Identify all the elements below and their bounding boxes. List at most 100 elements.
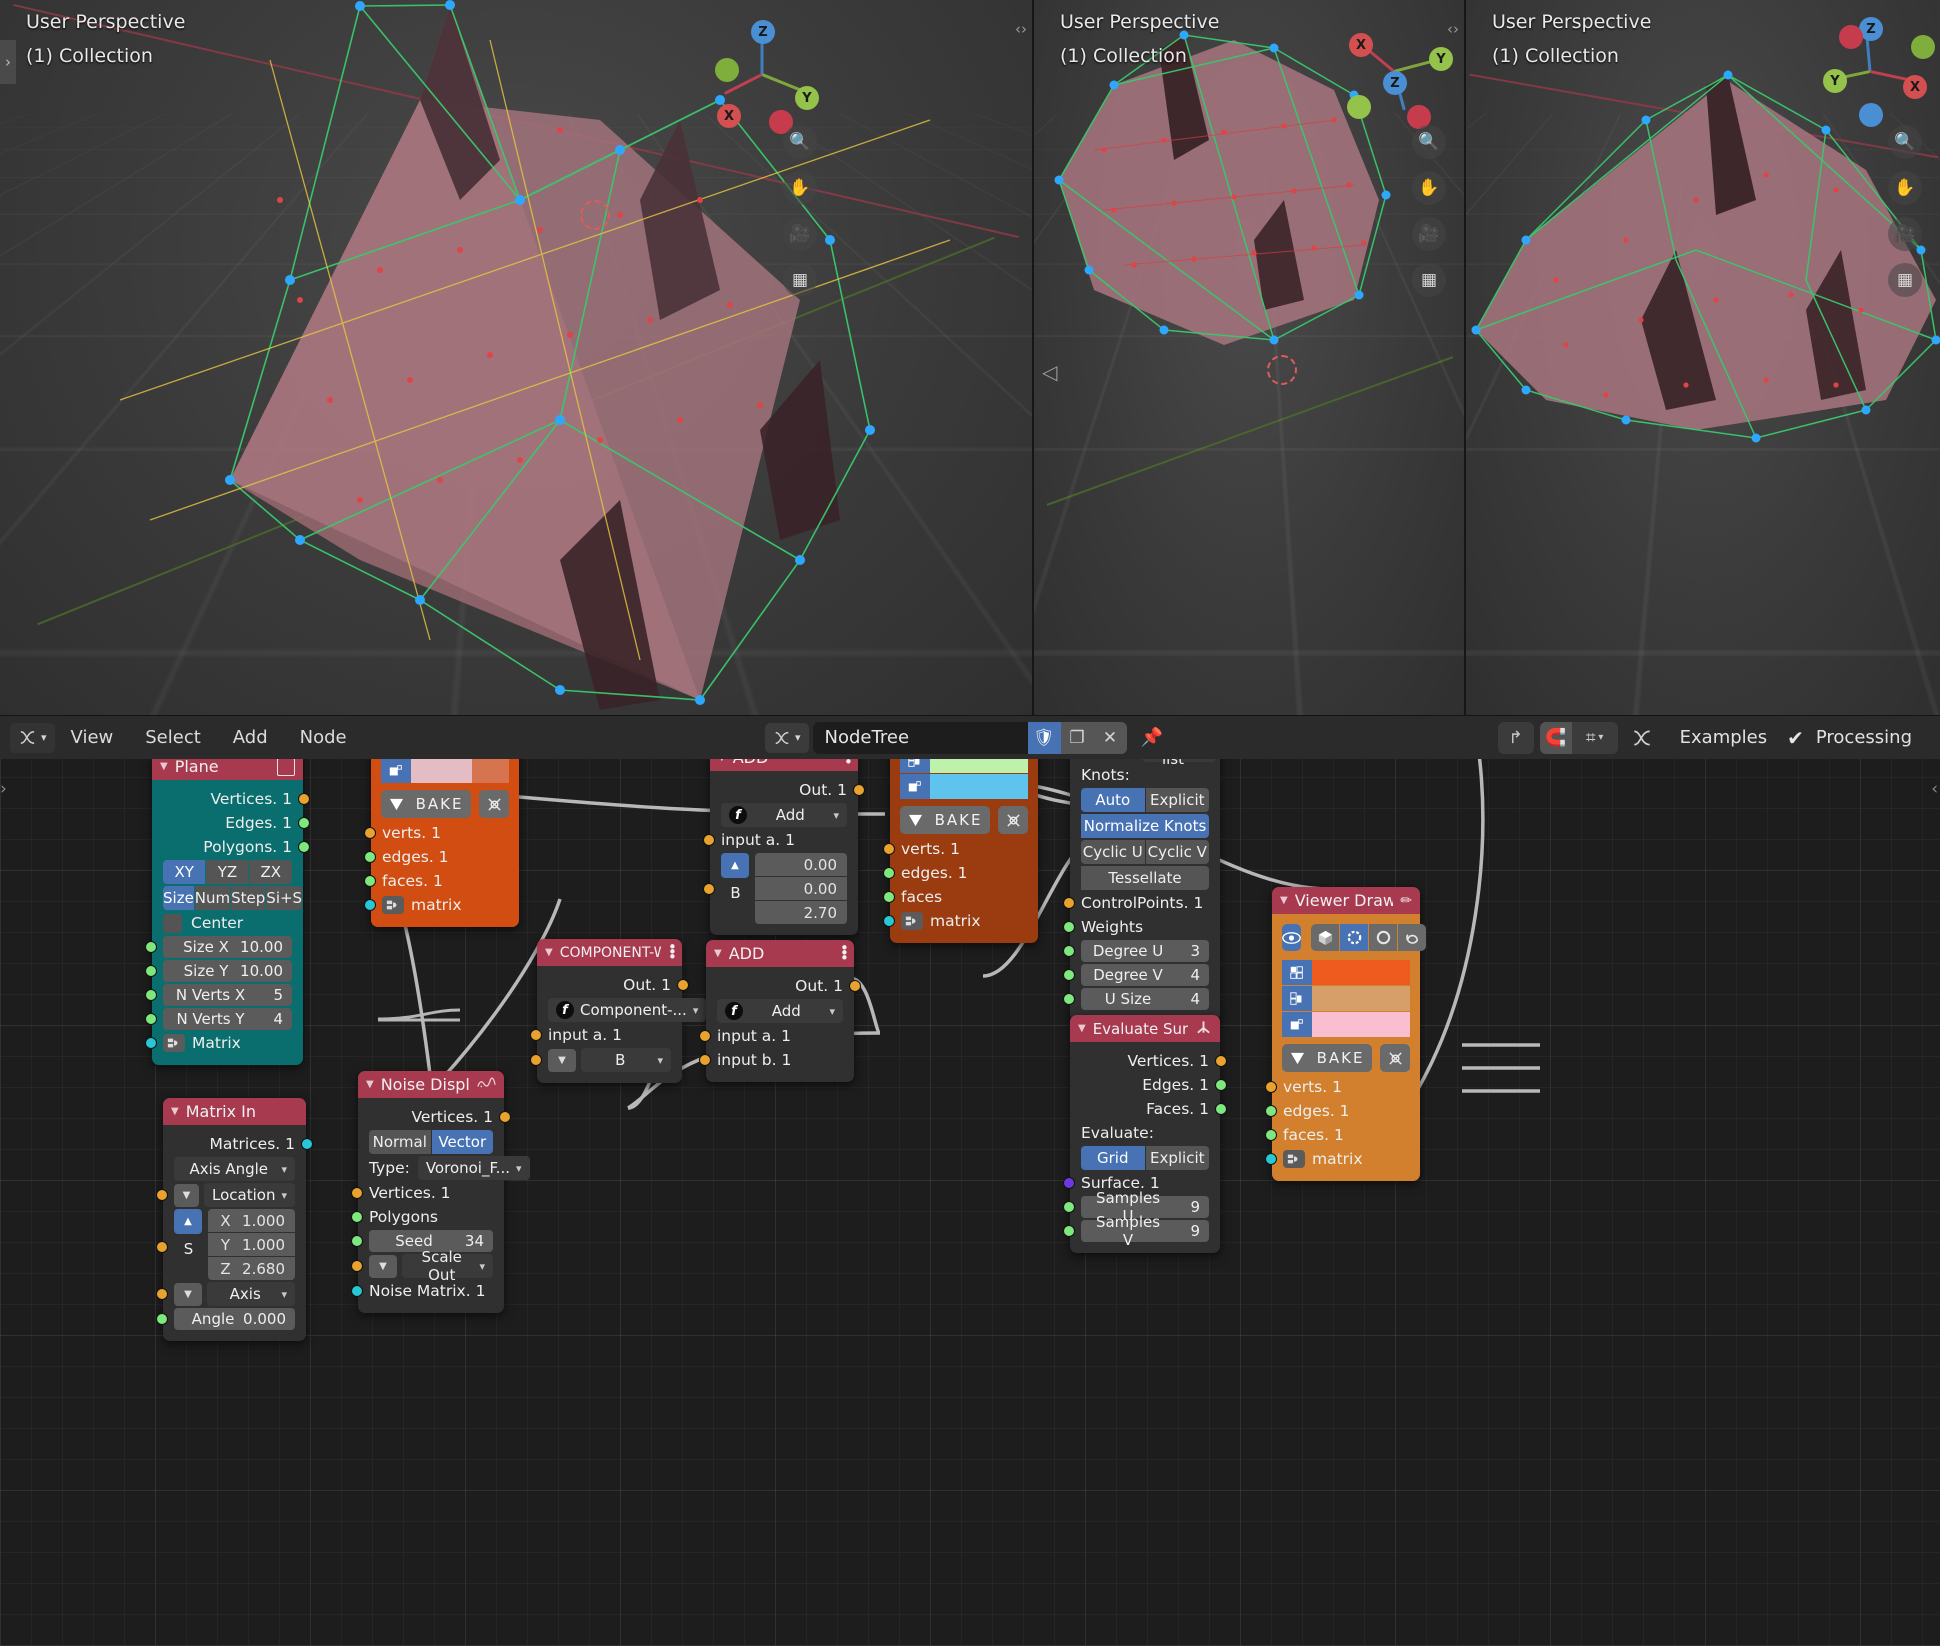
collapse-triangle-icon[interactable]: ▼: [545, 947, 553, 958]
output-matrices[interactable]: Matrices. 1: [163, 1133, 306, 1155]
socket-degree-u[interactable]: [1063, 945, 1075, 957]
xyz-field-group[interactable]: ▲ S X1.000 Y1.000 Z2.680: [163, 1209, 306, 1280]
eval-mode-group[interactable]: Grid Explicit: [1070, 1146, 1220, 1170]
camera-icon[interactable]: 🎥: [1412, 217, 1446, 251]
node-plane[interactable]: ▼ Plane Vertices. 1 Edges. 1 Polygons. 1…: [152, 759, 303, 1065]
collapse-triangle-icon[interactable]: ▼: [1078, 1023, 1086, 1034]
socket-surface[interactable]: [1063, 1177, 1075, 1189]
socket-scale-out[interactable]: [351, 1260, 363, 1272]
hand-icon[interactable]: ✋: [1888, 171, 1922, 205]
socket-matrix[interactable]: [1265, 1153, 1277, 1165]
gizmo-axis-z[interactable]: Z: [751, 20, 775, 44]
dashed-circle-icon[interactable]: [1340, 924, 1368, 951]
target-icon[interactable]: [998, 806, 1028, 834]
output-out[interactable]: Out. 1: [706, 975, 854, 997]
b-fields[interactable]: 0.00 0.00 2.70: [755, 853, 847, 924]
tessellate-row[interactable]: Tessellate: [1070, 866, 1220, 890]
socket-u-size[interactable]: [1063, 993, 1075, 1005]
function-row[interactable]: f Component-...▾: [537, 998, 682, 1022]
collapse-triangle-icon[interactable]: ▼: [366, 1079, 374, 1090]
pin-icon[interactable]: 📌: [1141, 727, 1163, 748]
socket-weights[interactable]: [1063, 921, 1075, 933]
cyclic-u-toggle[interactable]: Cyclic U: [1081, 840, 1145, 864]
socket-vertices[interactable]: [499, 1111, 511, 1123]
nav-gizmo-middle[interactable]: X Y Z: [1339, 15, 1449, 125]
cyclic-group[interactable]: Cyclic U Cyclic V: [1070, 840, 1220, 864]
kebab-icon[interactable]: •••: [844, 759, 850, 765]
socket-seed[interactable]: [351, 1235, 363, 1247]
camera-icon[interactable]: 🎥: [783, 217, 817, 251]
loop-icon[interactable]: [1398, 924, 1426, 951]
socket-edges[interactable]: [298, 817, 310, 829]
eval-explicit[interactable]: Explicit: [1146, 1146, 1210, 1170]
target-icon[interactable]: [479, 790, 509, 818]
input-a[interactable]: input a. 1: [710, 829, 858, 851]
input-polygons[interactable]: Polygons: [358, 1206, 504, 1228]
node-viewer-draw-left[interactable]: ▼ Viewer Draw Mk3 ✏: [371, 759, 519, 927]
input-verts[interactable]: verts. 1: [371, 822, 519, 844]
edge-color-swatch[interactable]: [1312, 986, 1410, 1011]
input-matrix[interactable]: matrix: [1272, 1148, 1420, 1170]
gizmo-axis-x[interactable]: X: [717, 104, 741, 128]
scale-expand-button[interactable]: ▲: [174, 1209, 202, 1234]
nav-gizmo-right[interactable]: Z X Y: [1815, 15, 1925, 125]
target-icon[interactable]: [1380, 1044, 1410, 1072]
socket-nverts-x[interactable]: [145, 989, 157, 1001]
magnet-icon[interactable]: 🧲: [1540, 722, 1572, 754]
node-tree-field[interactable]: NodeTree 🛡 ❐ ✕: [813, 722, 1127, 754]
snap-mode-icon[interactable]: ⌗▾: [1572, 722, 1618, 754]
mode-sis[interactable]: Si+S: [266, 886, 302, 910]
grid-icon[interactable]: ▦: [783, 263, 817, 297]
function-row[interactable]: f Add▾: [706, 999, 854, 1023]
gizmo-axis-y[interactable]: Y: [795, 86, 819, 110]
mode-vector[interactable]: Vector: [432, 1130, 494, 1154]
field-nverts-y[interactable]: N Verts Y4: [152, 1008, 303, 1030]
duplicate-icon[interactable]: ❐: [1061, 722, 1094, 754]
zoom-icon[interactable]: 🔍: [1412, 125, 1446, 159]
sverchok-icon[interactable]: [1624, 722, 1660, 754]
location-dropdown[interactable]: Location▾: [204, 1183, 295, 1207]
hand-icon[interactable]: ✋: [783, 171, 817, 205]
eye-icon[interactable]: [1282, 924, 1301, 951]
location-expand-button[interactable]: ▼: [174, 1184, 199, 1207]
b-field-0[interactable]: 0.00: [755, 853, 847, 876]
edge-color-row[interactable]: [1282, 986, 1410, 1011]
socket-matrix[interactable]: [883, 915, 895, 927]
input-verts[interactable]: verts. 1: [890, 838, 1038, 860]
socket-input-a[interactable]: [703, 834, 715, 846]
collapse-triangle-icon[interactable]: ▼: [160, 761, 168, 772]
socket-samples-u[interactable]: [1063, 1201, 1075, 1213]
mode-normal[interactable]: Normal: [369, 1130, 431, 1154]
axis-dropdown-row[interactable]: ▼ Axis▾: [163, 1282, 306, 1306]
menu-view[interactable]: View: [55, 723, 130, 753]
cube-icon[interactable]: [1311, 924, 1339, 951]
viewport-tools-middle[interactable]: 🔍 ✋ 🎥 ▦: [1412, 125, 1446, 297]
b-field-1[interactable]: 0.00: [755, 877, 847, 900]
node-canvas[interactable]: › ‹: [0, 759, 1940, 1646]
mode-num[interactable]: Num: [195, 886, 230, 910]
cyclic-v-toggle[interactable]: Cyclic V: [1146, 840, 1210, 864]
face-color-row[interactable]: [381, 759, 509, 783]
b-field-group[interactable]: ▲ B 0.00 0.00 2.70: [710, 853, 858, 924]
vertex-color-row[interactable]: [1282, 960, 1410, 985]
scale-out-expand-button[interactable]: ▼: [369, 1255, 397, 1278]
viewport-left[interactable]: › User Perspective (1) Collection Z Y X …: [0, 0, 1032, 715]
socket-controlpoints[interactable]: [1063, 897, 1075, 909]
socket-vertices-in[interactable]: [351, 1187, 363, 1199]
input-faces[interactable]: faces. 1: [371, 870, 519, 892]
center-checkbox[interactable]: [163, 914, 182, 933]
collapse-triangle-icon[interactable]: ▼: [718, 759, 726, 763]
mode-size[interactable]: Size: [163, 886, 194, 910]
socket-vertices[interactable]: [1215, 1055, 1227, 1067]
matrix-mode-dropdown[interactable]: Axis Angle▾: [174, 1157, 295, 1181]
hand-icon[interactable]: ✋: [1412, 171, 1446, 205]
output-polygons[interactable]: Polygons. 1: [152, 836, 303, 858]
node-header[interactable]: ▼ Plane: [152, 759, 303, 780]
gizmo-axis-z[interactable]: Z: [1383, 71, 1407, 95]
input-mode-dropdown[interactable]: Single list▾: [1142, 759, 1216, 762]
center-checkbox-row[interactable]: Center: [152, 912, 303, 934]
input-noise-matrix[interactable]: Noise Matrix. 1: [358, 1280, 504, 1302]
circle-icon[interactable]: [1369, 924, 1397, 951]
b-expand-button[interactable]: ▲: [721, 853, 749, 878]
socket-scale[interactable]: [156, 1241, 168, 1253]
